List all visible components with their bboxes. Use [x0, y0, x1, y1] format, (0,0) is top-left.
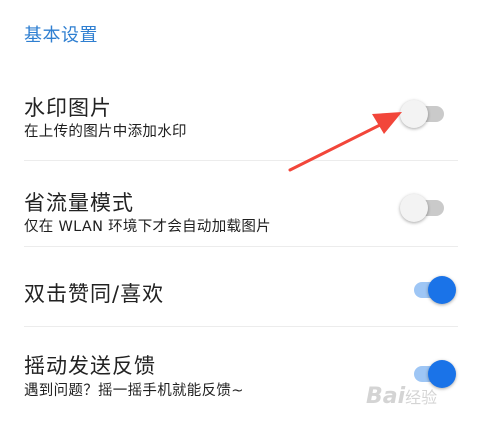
watermark-suffix: 经验: [405, 388, 438, 407]
annotation-arrow: [288, 112, 402, 172]
watermark-text: Bai: [366, 384, 406, 409]
watermark-logo: Bai经验: [366, 384, 437, 409]
